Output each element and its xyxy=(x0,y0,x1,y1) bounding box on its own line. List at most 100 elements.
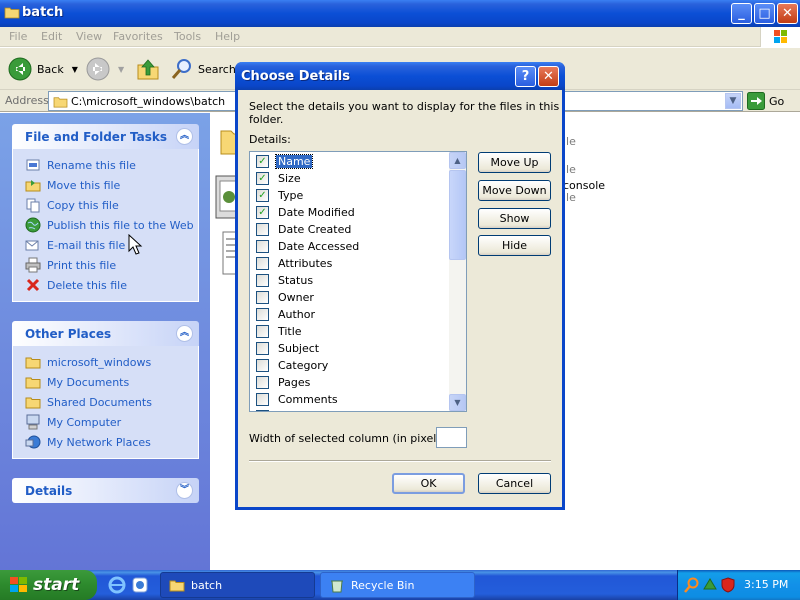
menu-favorites[interactable]: Favorites xyxy=(113,30,163,43)
show-button[interactable]: Show xyxy=(478,208,551,229)
address-label: Address xyxy=(5,94,49,107)
list-item-attributes[interactable]: Attributes xyxy=(256,255,446,272)
menu-view[interactable]: View xyxy=(76,30,102,43)
list-item-date-modified[interactable]: ✓ Date Modified xyxy=(256,204,446,221)
task-move-file[interactable]: Move this file xyxy=(25,175,198,195)
up-folder-button[interactable] xyxy=(136,56,160,82)
start-button[interactable]: start xyxy=(0,570,97,600)
maximize-button[interactable]: □ xyxy=(754,3,775,24)
list-item-owner[interactable]: Owner xyxy=(256,289,446,306)
system-tray: 3:15 PM xyxy=(677,570,800,600)
media-player-icon[interactable] xyxy=(131,576,149,594)
go-button[interactable]: Go xyxy=(747,92,784,110)
checkbox[interactable] xyxy=(256,274,269,287)
close-button[interactable]: ✕ xyxy=(777,3,798,24)
list-item-subject[interactable]: Subject xyxy=(256,340,446,357)
list-item-author[interactable]: Author xyxy=(256,306,446,323)
delete-icon xyxy=(26,278,40,292)
menu-file[interactable]: File xyxy=(9,30,27,43)
checkbox[interactable]: ✓ xyxy=(256,206,269,219)
search-button[interactable]: Search xyxy=(170,56,236,82)
security-shield-icon[interactable] xyxy=(720,577,736,593)
checkbox[interactable] xyxy=(256,240,269,253)
menu-tools[interactable]: Tools xyxy=(174,30,201,43)
task-publish-web[interactable]: Publish this file to the Web xyxy=(25,215,198,235)
menu-edit[interactable]: Edit xyxy=(41,30,62,43)
list-item-name[interactable]: ✓ Name xyxy=(256,153,446,170)
checkbox[interactable]: ✓ xyxy=(256,189,269,202)
scroll-thumb[interactable] xyxy=(449,170,466,260)
cancel-button[interactable]: Cancel xyxy=(478,473,551,494)
listbox-scrollbar[interactable]: ▲ ▼ xyxy=(449,152,466,411)
task-copy-file[interactable]: Copy this file xyxy=(25,195,198,215)
back-button[interactable]: Back ▼ xyxy=(8,56,78,82)
task-pane: File and Folder Tasks ︽ Rename this file… xyxy=(0,113,210,570)
task-rename-file[interactable]: Rename this file xyxy=(25,155,198,175)
forward-button[interactable]: ▼ xyxy=(86,56,124,82)
checkbox[interactable] xyxy=(256,325,269,338)
ok-button[interactable]: OK xyxy=(392,473,465,494)
column-width-input[interactable] xyxy=(436,427,467,448)
scroll-down-button[interactable]: ▼ xyxy=(449,394,466,411)
list-item-title[interactable]: Title xyxy=(256,323,446,340)
task-delete-file[interactable]: Delete this file xyxy=(25,275,198,295)
list-item-status[interactable]: Status xyxy=(256,272,446,289)
checkbox[interactable] xyxy=(256,376,269,389)
network-status-icon[interactable] xyxy=(702,577,718,593)
recycle-bin-icon xyxy=(331,580,343,593)
place-my-computer[interactable]: My Computer xyxy=(25,412,198,432)
taskbar: start batch Recycle Bin 3:15 PM xyxy=(0,570,800,600)
list-item-date-accessed[interactable]: Date Accessed xyxy=(256,238,446,255)
checkbox[interactable] xyxy=(256,223,269,236)
window-titlebar[interactable]: batch _ □ ✕ xyxy=(0,0,800,27)
address-dropdown-button[interactable]: ▼ xyxy=(725,93,741,109)
dialog-close-button[interactable]: ✕ xyxy=(538,66,559,87)
clock[interactable]: 3:15 PM xyxy=(744,578,788,591)
place-microsoft-windows[interactable]: microsoft_windows xyxy=(25,352,198,372)
collapse-icon[interactable]: ︽ xyxy=(176,128,193,145)
internet-explorer-icon[interactable] xyxy=(108,576,126,594)
dialog-titlebar[interactable]: Choose Details ? ✕ xyxy=(235,62,565,90)
task-email-file[interactable]: E-mail this file xyxy=(25,235,198,255)
checkbox[interactable] xyxy=(256,291,269,304)
list-item-type[interactable]: ✓ Type xyxy=(256,187,446,204)
move-down-button[interactable]: Move Down xyxy=(478,180,551,201)
checkbox[interactable] xyxy=(256,410,269,411)
minimize-button[interactable]: _ xyxy=(731,3,752,24)
move-up-button[interactable]: Move Up xyxy=(478,152,551,173)
scroll-up-button[interactable]: ▲ xyxy=(449,152,466,169)
details-header[interactable]: Details ︾ xyxy=(12,478,199,503)
list-item-pages[interactable]: Pages xyxy=(256,374,446,391)
file-folder-tasks-header[interactable]: File and Folder Tasks ︽ xyxy=(12,124,199,149)
hide-button[interactable]: Hide xyxy=(478,235,551,256)
place-my-documents[interactable]: My Documents xyxy=(25,372,198,392)
help-button[interactable]: ? xyxy=(515,66,536,87)
menu-help[interactable]: Help xyxy=(215,30,240,43)
expand-icon[interactable]: ︾ xyxy=(176,482,193,499)
checkbox[interactable]: ✓ xyxy=(256,172,269,185)
checkbox[interactable] xyxy=(256,257,269,270)
taskbar-item-batch[interactable]: batch xyxy=(160,572,315,598)
checkbox[interactable] xyxy=(256,359,269,372)
details-listbox[interactable]: ✓ Name ✓ Size ✓ Type ✓ Date Modified Date Cr… xyxy=(249,151,467,412)
width-label: Width of selected column (in pixels): xyxy=(249,432,451,445)
list-item-date-created[interactable]: Date Created xyxy=(256,221,446,238)
place-shared-documents[interactable]: Shared Documents xyxy=(25,392,198,412)
checkbox[interactable] xyxy=(256,308,269,321)
list-item-category[interactable]: Category xyxy=(256,357,446,374)
collapse-icon[interactable]: ︽ xyxy=(176,325,193,342)
other-places-header[interactable]: Other Places ︽ xyxy=(12,321,199,346)
windows-logo xyxy=(760,27,800,47)
checkbox[interactable] xyxy=(256,393,269,406)
checkbox[interactable] xyxy=(256,342,269,355)
back-arrow-icon xyxy=(8,57,32,81)
list-item-comments[interactable]: Comments xyxy=(256,391,446,408)
checkbox[interactable]: ✓ xyxy=(256,155,269,168)
search-icon[interactable] xyxy=(684,577,700,593)
place-my-network[interactable]: My Network Places xyxy=(25,432,198,452)
list-item-partial[interactable] xyxy=(256,408,446,411)
list-item-size[interactable]: ✓ Size xyxy=(256,170,446,187)
task-print-file[interactable]: Print this file xyxy=(25,255,198,275)
globe-icon xyxy=(25,217,41,233)
taskbar-item-recycle-bin[interactable]: Recycle Bin xyxy=(320,572,475,598)
